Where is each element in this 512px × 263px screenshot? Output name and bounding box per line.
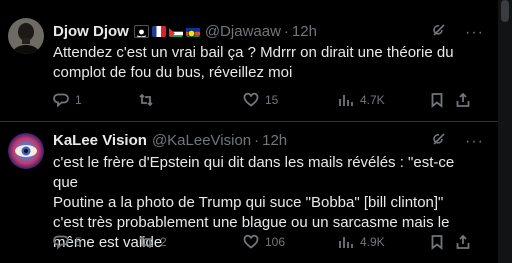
- display-name[interactable]: Djow Djow: [53, 23, 129, 40]
- reply-icon: [53, 93, 69, 108]
- post-time[interactable]: 12h: [292, 23, 317, 40]
- share-button[interactable]: [455, 232, 471, 252]
- post[interactable]: KaLee Vision @KaLeeVision · 12h ··· c'es…: [0, 122, 498, 263]
- like-count: 15: [265, 93, 279, 107]
- repost-icon: [139, 235, 153, 249]
- post-actions: 5 2 106 4.9K: [53, 232, 479, 252]
- new-caledonia-flag: [185, 26, 200, 37]
- like-button[interactable]: 106: [243, 232, 285, 252]
- france-flag: [151, 25, 166, 37]
- bookmark-button[interactable]: [429, 90, 445, 110]
- heart-icon: [243, 234, 259, 249]
- palestine-flag: [168, 26, 183, 37]
- post-top-icons: ···: [431, 131, 484, 152]
- post-top-icons: ···: [431, 22, 484, 43]
- emoji-flags: [133, 24, 200, 38]
- avatar[interactable]: [8, 133, 44, 169]
- post[interactable]: Djow Djow @Djawaaw · 12h ··· Attendez c'…: [0, 0, 498, 122]
- user-handle[interactable]: @Djawaaw: [205, 23, 281, 40]
- bookmark-button[interactable]: [429, 232, 445, 252]
- views-button[interactable]: 4.7K: [338, 90, 385, 110]
- repost-count: 2: [160, 235, 167, 249]
- views-icon: [339, 237, 353, 248]
- reply-count: 1: [75, 93, 82, 107]
- share-icon: [456, 234, 470, 249]
- user-handle[interactable]: @KaLeeVision: [152, 132, 251, 149]
- post-time[interactable]: 12h: [262, 132, 287, 149]
- scrollbar[interactable]: [498, 0, 512, 263]
- grok-icon[interactable]: [431, 22, 447, 43]
- reply-icon: [53, 235, 69, 250]
- bookmark-icon: [431, 93, 443, 108]
- post-header: Djow Djow @Djawaaw · 12h: [53, 21, 317, 41]
- share-icon: [456, 92, 470, 107]
- reply-button[interactable]: 5: [53, 232, 82, 252]
- separator: ·: [254, 131, 260, 149]
- repost-icon: [139, 93, 153, 107]
- post-actions: 1 15 4.7K: [53, 90, 479, 110]
- more-options-icon[interactable]: ···: [465, 24, 484, 40]
- reply-button[interactable]: 1: [53, 90, 82, 110]
- views-button[interactable]: 4.9K: [338, 232, 385, 252]
- avatar[interactable]: [8, 18, 44, 54]
- repost-button[interactable]: [138, 90, 160, 110]
- post-header: KaLee Vision @KaLeeVision · 12h: [53, 130, 287, 150]
- repost-button[interactable]: 2: [138, 232, 167, 252]
- scrollbar-thumb[interactable]: [501, 0, 509, 22]
- views-icon: [339, 95, 353, 106]
- share-button[interactable]: [455, 90, 471, 110]
- view-count: 4.9K: [360, 235, 385, 249]
- post-text: Attendez c'est un vrai bail ça ? Mdrrr o…: [53, 44, 454, 81]
- skull-crossbones-icon: [133, 24, 149, 38]
- bookmark-icon: [431, 235, 443, 250]
- view-count: 4.7K: [360, 93, 385, 107]
- heart-icon: [243, 92, 259, 107]
- more-options-icon[interactable]: ···: [465, 133, 484, 149]
- display-name[interactable]: KaLee Vision: [53, 132, 147, 149]
- grok-icon[interactable]: [431, 131, 447, 152]
- like-button[interactable]: 15: [243, 90, 278, 110]
- separator: ·: [283, 22, 289, 40]
- like-count: 106: [265, 235, 286, 249]
- reply-count: 5: [75, 235, 82, 249]
